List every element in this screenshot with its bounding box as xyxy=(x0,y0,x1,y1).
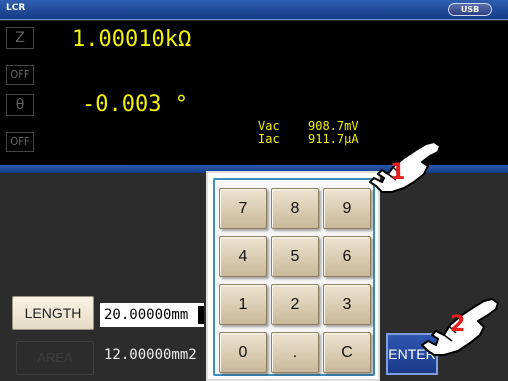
key-clear[interactable]: C xyxy=(323,332,371,373)
input-cursor xyxy=(198,306,204,324)
param1-range-button[interactable]: OFF xyxy=(6,65,34,85)
monitor-current-value: 911.7μA xyxy=(308,132,359,146)
monitor-current-label: Iac xyxy=(258,132,280,146)
area-value: 12.00000mm2 xyxy=(104,347,197,363)
usb-indicator: USB xyxy=(448,3,492,16)
key-0[interactable]: 0 xyxy=(219,332,267,373)
length-button[interactable]: LENGTH xyxy=(12,296,94,330)
key-1[interactable]: 1 xyxy=(219,284,267,325)
key-7[interactable]: 7 xyxy=(219,188,267,229)
key-decimal[interactable]: . xyxy=(271,332,319,373)
key-8[interactable]: 8 xyxy=(271,188,319,229)
key-5[interactable]: 5 xyxy=(271,236,319,277)
param1-select-button[interactable]: Z xyxy=(6,27,34,49)
title-bar: LCR USB xyxy=(0,0,508,20)
area-button[interactable]: AREA xyxy=(16,341,94,375)
callout-2: 2 xyxy=(450,312,466,337)
key-6[interactable]: 6 xyxy=(323,236,371,277)
key-3[interactable]: 3 xyxy=(323,284,371,325)
key-2[interactable]: 2 xyxy=(271,284,319,325)
param1-value: 1.00010kΩ xyxy=(72,27,192,52)
lcr-meter-screen: LCR USB Z OFF 1.00010kΩ θ OFF -0.003 ° V… xyxy=(0,0,508,381)
key-4[interactable]: 4 xyxy=(219,236,267,277)
length-input[interactable]: 20.00000mm xyxy=(100,303,204,327)
callout-1: 1 xyxy=(390,160,406,185)
param2-value: -0.003 ° xyxy=(82,92,188,117)
param2-select-button[interactable]: θ xyxy=(6,94,34,116)
param2-range-button[interactable]: OFF xyxy=(6,132,34,152)
mode-label: LCR xyxy=(6,3,26,13)
